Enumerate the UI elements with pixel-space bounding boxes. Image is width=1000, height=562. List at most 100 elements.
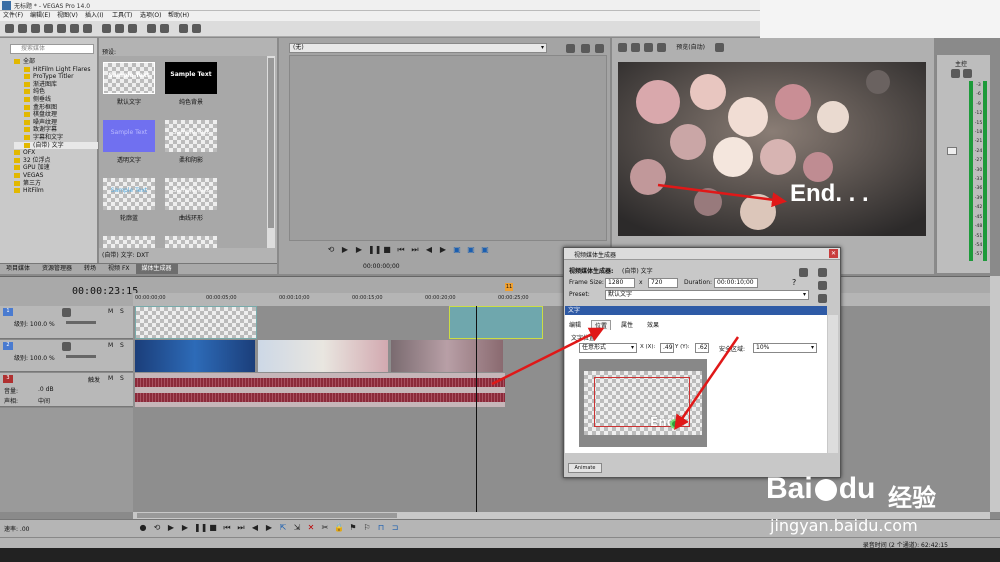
tree-item[interactable]: 第三方 — [14, 180, 98, 188]
y-field[interactable]: .62 — [695, 343, 709, 353]
trim-icon[interactable]: ✂ — [320, 523, 330, 533]
save-icon[interactable] — [31, 24, 40, 33]
menu-tools[interactable]: 工具(T) — [112, 11, 132, 21]
project-settings-icon[interactable] — [618, 42, 627, 52]
master-mute-icon[interactable] — [963, 69, 972, 78]
dialog-help-icon[interactable]: ? — [792, 278, 796, 287]
undo-icon[interactable] — [147, 24, 156, 33]
marker-icon[interactable]: ⚑ — [348, 523, 358, 533]
position-mode-dropdown[interactable]: 任意形式 ▾ — [579, 343, 637, 353]
set-in-icon[interactable]: ▣ — [452, 245, 462, 255]
tree-item[interactable]: OFX — [14, 149, 98, 157]
tree-item[interactable]: 纯色 — [14, 88, 98, 96]
video-clip[interactable] — [391, 340, 503, 372]
edit-tool-icon[interactable]: ⇱ — [278, 523, 288, 533]
track-mute[interactable]: M — [108, 308, 113, 315]
text-clip-selected[interactable] — [449, 306, 543, 339]
preset-thumb-default[interactable]: Sample Text — [103, 62, 155, 94]
preset-thumb-shadow[interactable]: Sample Text — [165, 120, 217, 152]
tree-item[interactable]: 字幕和文字 — [14, 134, 98, 142]
envelope-icon[interactable]: ⇲ — [292, 523, 302, 533]
split-screen-icon[interactable] — [644, 42, 653, 52]
prev-frame-icon[interactable]: ◀ — [250, 523, 260, 533]
dialog-side-icon[interactable] — [818, 268, 827, 277]
master-fx-icon[interactable] — [951, 69, 960, 78]
preset-thumb-extra[interactable] — [103, 236, 155, 248]
redo-icon[interactable] — [160, 24, 169, 33]
audio-clip[interactable] — [135, 373, 505, 407]
menu-file[interactable]: 文件(F) — [3, 11, 23, 21]
duration-field[interactable]: 00:00:10;00 — [714, 278, 758, 288]
loop-icon[interactable]: ⟲ — [152, 523, 162, 533]
region-icon[interactable]: ⚐ — [362, 523, 372, 533]
video-clip[interactable] — [135, 340, 255, 372]
trimmer-options-icon[interactable] — [566, 44, 575, 53]
tree-item[interactable]: VEGAS — [14, 172, 98, 180]
tab-edit[interactable]: 编辑 — [569, 320, 581, 329]
trimmer-dropdown[interactable]: (无) ▾ — [289, 43, 547, 53]
track-mute[interactable]: M — [108, 375, 113, 382]
tree-item[interactable]: HitFilm — [14, 187, 98, 195]
tab-project-media[interactable]: 项目媒体 — [0, 264, 36, 274]
snap-icon[interactable]: ⊓ — [376, 523, 386, 533]
paste-icon[interactable] — [128, 24, 137, 33]
search-box[interactable]: 搜索媒体 — [10, 44, 94, 54]
tree-item[interactable]: 渐进图库 — [14, 81, 98, 89]
render-icon[interactable] — [57, 24, 66, 33]
save-as-icon[interactable] — [44, 24, 53, 33]
pause-icon[interactable]: ❚❚ — [368, 245, 381, 255]
dialog-side-icon[interactable] — [818, 281, 827, 290]
tree-item[interactable]: 致谢字幕 — [14, 126, 98, 134]
tree-item-selected[interactable]: (自带) 文字 — [14, 141, 98, 150]
playhead[interactable] — [476, 306, 477, 512]
dialog-close-button[interactable]: ✕ — [829, 249, 838, 258]
level-slider[interactable] — [66, 321, 96, 324]
menu-edit[interactable]: 编辑(E) — [30, 11, 50, 21]
timeline-ruler[interactable]: 00:00:00;00 00:00:05;00 00:00:10;00 00:0… — [133, 293, 990, 307]
play-icon[interactable]: ▶ — [180, 523, 190, 533]
set-out-icon[interactable]: ▣ — [466, 245, 476, 255]
track-solo[interactable]: S — [120, 342, 124, 349]
properties-icon[interactable] — [70, 24, 79, 33]
text-clip[interactable] — [135, 306, 257, 339]
overlays-icon[interactable] — [714, 42, 724, 52]
tree-item[interactable]: 全部 — [14, 58, 98, 66]
track-solo[interactable]: S — [120, 375, 124, 382]
pause-icon[interactable]: ❚❚ — [194, 523, 207, 533]
tab-transitions[interactable]: 转场 — [78, 264, 102, 274]
preview-quality[interactable]: 预览(自动) — [676, 44, 705, 51]
preset-thumb-outline[interactable]: Sample Text — [103, 178, 155, 210]
tree-item[interactable]: GPU 加速 — [14, 164, 98, 172]
tab-media-generators[interactable]: 媒体生成器 — [135, 264, 178, 274]
menu-insert[interactable]: 插入(I) — [85, 11, 103, 21]
step-back-icon[interactable]: ◀ — [424, 245, 434, 255]
menu-help[interactable]: 帮助(H) — [168, 11, 189, 21]
settings-icon[interactable] — [83, 24, 92, 33]
snap-icon[interactable] — [179, 24, 188, 33]
overlay-icon[interactable] — [657, 42, 666, 52]
tree-item[interactable]: 棋盘纹理 — [14, 111, 98, 119]
tab-properties[interactable]: 属性 — [621, 320, 633, 329]
loop-icon[interactable]: ⟲ — [326, 245, 336, 255]
ripple-icon[interactable]: ⊐ — [390, 523, 400, 533]
help-icon[interactable] — [192, 24, 201, 33]
dialog-side-icon[interactable] — [818, 294, 827, 303]
tree-item[interactable]: 侧垂线 — [14, 96, 98, 104]
trimmer-menu-icon[interactable] — [595, 44, 604, 53]
next-frame-icon[interactable]: ▶ — [264, 523, 274, 533]
tab-explorer[interactable]: 资源管理器 — [36, 264, 78, 274]
next-icon[interactable]: ⏭ — [410, 245, 420, 255]
cut-icon[interactable] — [102, 24, 111, 33]
video-clip[interactable] — [258, 340, 388, 372]
master-fader[interactable] — [947, 147, 957, 155]
track-mute[interactable]: M — [108, 342, 113, 349]
preset-thumb-curve[interactable]: Sample Text — [165, 178, 217, 210]
open-icon[interactable] — [18, 24, 27, 33]
preset-thumb-transparent[interactable]: Sample Text — [103, 120, 155, 152]
preset-dropdown[interactable]: 默认文字 ▾ — [605, 290, 809, 300]
tab-video-fx[interactable]: 视频 FX — [102, 264, 135, 274]
fx-icon[interactable] — [631, 42, 640, 52]
marker-flag[interactable]: 11 — [505, 283, 513, 291]
prev-icon[interactable]: ⏮ — [396, 245, 406, 255]
go-end-icon[interactable]: ⏭ — [236, 523, 246, 533]
